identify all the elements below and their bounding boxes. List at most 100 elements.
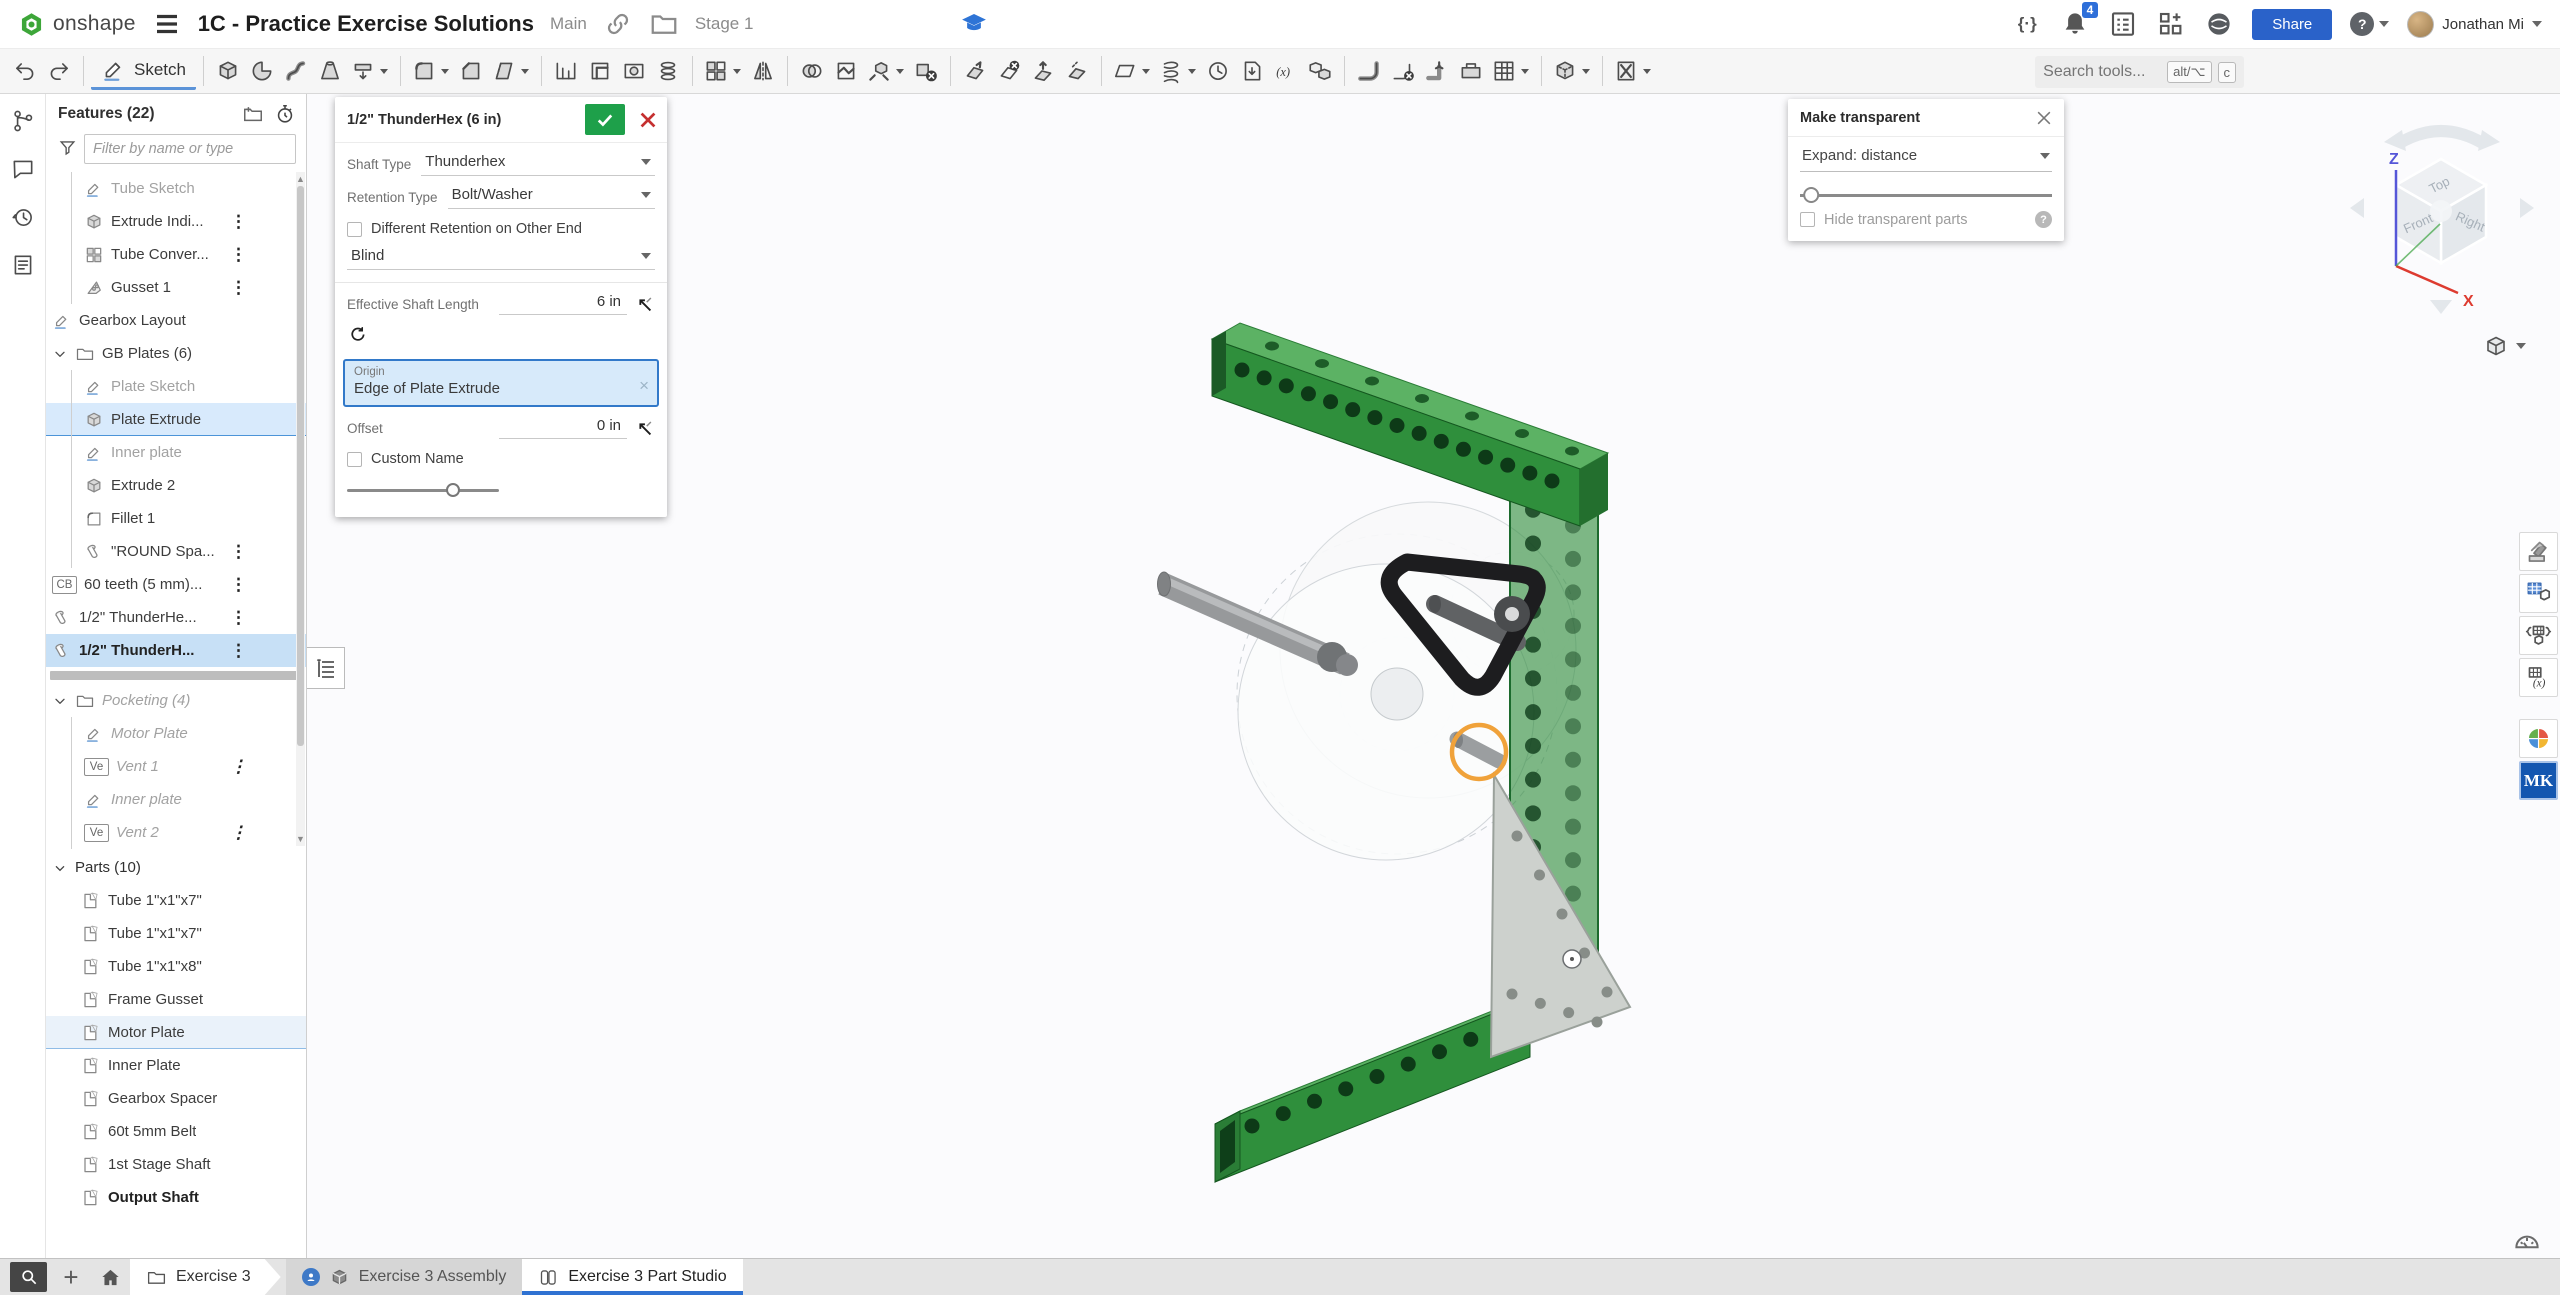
measure-arrow-icon[interactable]	[633, 293, 655, 315]
community-globe-icon[interactable]	[2204, 9, 2234, 39]
shaft-type-select[interactable]: Thunderhex	[421, 153, 655, 176]
offset-surface-tool-button[interactable]	[1026, 52, 1060, 90]
delete-face-tool-button[interactable]	[992, 52, 1026, 90]
checkbox-unchecked-icon[interactable]	[347, 222, 362, 237]
helix-tool-button[interactable]	[1155, 52, 1201, 90]
part-item[interactable]: Motor Plate	[46, 1016, 306, 1049]
sketch-tool-button[interactable]: Sketch	[91, 52, 196, 90]
rib-tool-button[interactable]	[549, 52, 583, 90]
sweep-tool-button[interactable]	[279, 52, 313, 90]
instances-tool-button[interactable]	[1303, 52, 1337, 90]
feature-item[interactable]: VeVent 2⋮	[46, 816, 306, 849]
feature-item[interactable]: Plate Sketch	[46, 370, 306, 403]
delete-part-tool-button[interactable]	[909, 52, 943, 90]
split-tool-button[interactable]	[829, 52, 863, 90]
feature-item[interactable]: Pocketing (4)	[46, 684, 306, 717]
new-folder-icon[interactable]	[242, 103, 264, 125]
redo-tool-button[interactable]	[42, 52, 76, 90]
document-menu-icon[interactable]	[152, 9, 182, 39]
measure-arrow-icon[interactable]	[633, 417, 655, 439]
drag-handle-icon[interactable]: ⋮	[230, 245, 247, 265]
checkbox-unchecked-icon[interactable]	[347, 452, 362, 467]
rollback-history-icon[interactable]	[274, 103, 296, 125]
parts-header[interactable]: Parts (10)	[46, 851, 306, 884]
offset-input[interactable]: 0 in	[499, 417, 627, 439]
dropdown-caret-icon[interactable]	[896, 69, 904, 74]
shaft-length-input[interactable]: 6 in	[499, 293, 627, 315]
part-item[interactable]: Output Shaft	[46, 1181, 306, 1214]
slider-track[interactable]	[347, 489, 499, 492]
fill-surface-tool-button[interactable]	[1060, 52, 1094, 90]
feature-item[interactable]: Inner plate	[46, 783, 306, 816]
part-item[interactable]: Tube 1"x1"x7"	[46, 884, 306, 917]
origin-selection-box[interactable]: Origin Edge of Plate Extrude ×	[343, 359, 659, 407]
retention-type-select[interactable]: Bolt/Washer	[448, 186, 655, 209]
tab-exercise-3-part-studio[interactable]: Exercise 3 Part Studio	[522, 1259, 742, 1295]
scroll-up-icon[interactable]: ▲	[296, 173, 305, 185]
dialog-opacity-slider[interactable]	[347, 483, 499, 497]
feature-item[interactable]: "ROUND Spa...⋮	[46, 535, 306, 568]
learning-center-icon[interactable]	[959, 9, 989, 39]
help-icon[interactable]: ?	[2035, 211, 2052, 228]
dropdown-caret-icon[interactable]	[1582, 69, 1590, 74]
tab-exercise-3-assembly[interactable]: Exercise 3 Assembly	[286, 1259, 523, 1295]
panel-config-table-button[interactable]	[2519, 574, 2558, 613]
drag-handle-icon[interactable]: ⋮	[230, 278, 247, 298]
import-tool-button[interactable]	[1235, 52, 1269, 90]
view-cube[interactable]: Top Front Right Z X	[2336, 96, 2548, 328]
dropdown-caret-icon[interactable]	[380, 69, 388, 74]
extrude-tool-button[interactable]	[211, 52, 245, 90]
linear-pattern-tool-button[interactable]	[700, 52, 746, 90]
feature-item[interactable]: Gusset 1⋮	[46, 271, 306, 304]
panel-config-braces-button[interactable]	[2519, 616, 2558, 655]
slider-handle[interactable]	[1803, 187, 1819, 203]
scrollbar-thumb[interactable]	[297, 186, 304, 746]
drag-handle-icon[interactable]: ⋮	[230, 608, 247, 628]
flange-tool-button[interactable]	[1420, 52, 1454, 90]
expander-icon[interactable]	[52, 693, 68, 709]
wrap-tool-button[interactable]	[651, 52, 685, 90]
enclose-tool-button[interactable]	[1549, 52, 1595, 90]
custom-feature-tool-button[interactable]	[1610, 52, 1656, 90]
search-tabs-button[interactable]	[10, 1262, 47, 1292]
sm-corner-tool-button[interactable]	[1386, 52, 1420, 90]
different-retention-checkbox-row[interactable]: Different Retention on Other End	[347, 221, 655, 237]
hole-tool-button[interactable]	[617, 52, 651, 90]
mirror-tool-button[interactable]	[746, 52, 780, 90]
dropdown-caret-icon[interactable]	[441, 69, 449, 74]
feature-item[interactable]: Extrude Indi...⋮	[46, 205, 306, 238]
view-options-button[interactable]	[2484, 334, 2526, 358]
sheet-metal-tool-button[interactable]	[1352, 52, 1386, 90]
drag-handle-icon[interactable]: ⋮	[230, 823, 247, 843]
feature-item[interactable]: 1/2" ThunderH...⋮	[46, 634, 306, 667]
update-tool-button[interactable]	[1201, 52, 1235, 90]
drag-handle-icon[interactable]: ⋮	[230, 212, 247, 232]
part-item[interactable]: 1st Stage Shaft	[46, 1148, 306, 1181]
dropdown-caret-icon[interactable]	[1142, 69, 1150, 74]
transform-tool-button[interactable]	[863, 52, 909, 90]
plane-tool-button[interactable]	[1109, 52, 1155, 90]
measure-protractor-icon[interactable]	[2512, 1226, 2542, 1252]
feature-item[interactable]: Fillet 1	[46, 502, 306, 535]
feature-item[interactable]: Tube Conver...⋮	[46, 238, 306, 271]
hide-transparent-checkbox-row[interactable]: Hide transparent parts ?	[1800, 211, 2052, 228]
dropdown-caret-icon[interactable]	[521, 69, 529, 74]
folder-location-label[interactable]: Stage 1	[695, 14, 754, 34]
help-menu[interactable]: ?	[2350, 12, 2389, 36]
share-button[interactable]: Share	[2252, 9, 2332, 40]
close-icon[interactable]	[2034, 108, 2054, 128]
table-tool-button[interactable]	[1488, 52, 1534, 90]
fillet-tool-button[interactable]	[408, 52, 454, 90]
remove-origin-icon[interactable]: ×	[639, 376, 649, 396]
feature-item[interactable]: Extrude 2	[46, 469, 306, 502]
feature-item[interactable]: VeVent 1⋮	[46, 750, 306, 783]
chamfer-tool-button[interactable]	[454, 52, 488, 90]
drag-handle-icon[interactable]: ⋮	[230, 542, 247, 562]
confirm-button[interactable]	[585, 104, 625, 135]
featurescript-icon[interactable]: {·}	[2012, 9, 2042, 39]
thicken-tool-button[interactable]	[347, 52, 393, 90]
dropdown-caret-icon[interactable]	[733, 69, 741, 74]
revolve-tool-button[interactable]	[245, 52, 279, 90]
transparency-slider[interactable]	[1800, 187, 2052, 203]
slider-track[interactable]	[1800, 194, 2052, 197]
